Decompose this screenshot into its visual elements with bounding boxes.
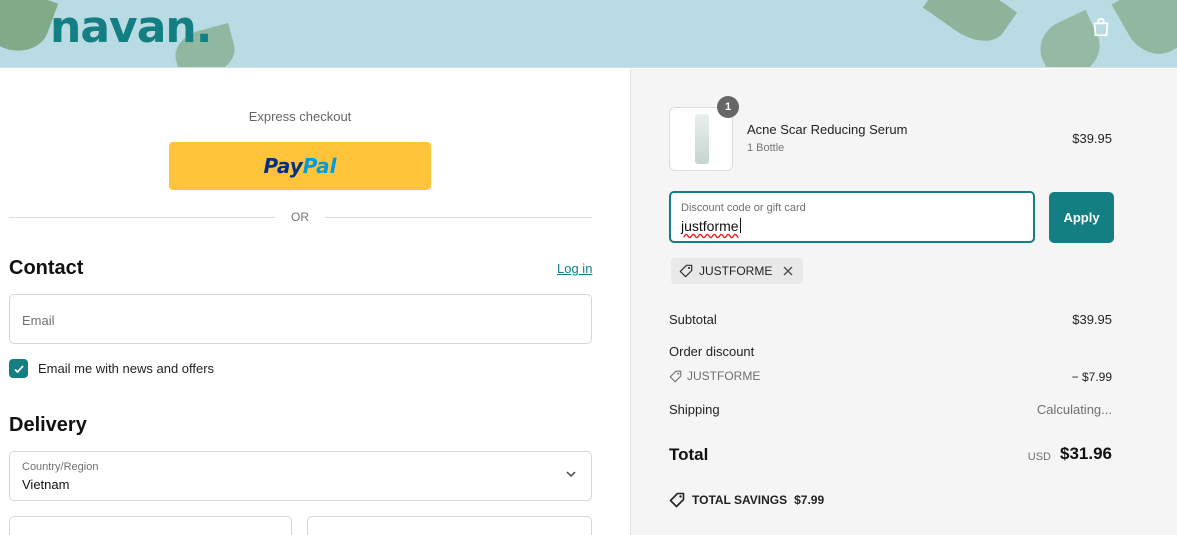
discount-label: Discount code or gift card bbox=[681, 202, 806, 214]
checkmark-icon bbox=[13, 364, 24, 373]
product-price: $39.95 bbox=[1072, 131, 1112, 146]
email-field[interactable]: Email bbox=[9, 294, 592, 344]
applied-code: JUSTFORME bbox=[699, 264, 773, 278]
last-name-field[interactable] bbox=[307, 516, 592, 535]
brand-logo[interactable]: navan. bbox=[50, 2, 212, 53]
tag-icon bbox=[669, 370, 682, 382]
total-value: $31.96 bbox=[1060, 444, 1112, 463]
chevron-down-icon bbox=[566, 471, 576, 478]
product-name: Acne Scar Reducing Serum bbox=[747, 122, 908, 137]
total-savings: TOTAL SAVINGS $7.99 bbox=[669, 492, 824, 508]
quantity-badge: 1 bbox=[717, 96, 739, 118]
currency-code: USD bbox=[1027, 451, 1051, 463]
subtotal-label: Subtotal bbox=[669, 312, 717, 327]
discount-code-input[interactable]: Discount code or gift card justforme bbox=[669, 191, 1035, 243]
divider-line bbox=[325, 217, 592, 218]
login-link[interactable]: Log in bbox=[557, 261, 592, 276]
order-discount-label: Order discount bbox=[669, 344, 755, 359]
product-image bbox=[695, 114, 709, 164]
newsletter-checkbox[interactable] bbox=[9, 359, 28, 378]
subtotal-value: $39.95 bbox=[1072, 312, 1112, 327]
order-discount-code-text: JUSTFORME bbox=[687, 369, 761, 383]
close-icon[interactable] bbox=[782, 265, 794, 277]
tag-icon bbox=[679, 264, 693, 278]
country-value: Vietnam bbox=[22, 477, 70, 492]
express-checkout-label: Express checkout bbox=[248, 109, 352, 124]
delivery-heading: Delivery bbox=[9, 414, 87, 436]
country-select[interactable]: Country/Region Vietnam bbox=[9, 451, 592, 501]
product-variant: 1 Bottle bbox=[747, 142, 785, 154]
savings-tag-icon bbox=[669, 492, 685, 508]
applied-discount-chip: JUSTFORME bbox=[671, 258, 804, 284]
total-label: Total bbox=[669, 445, 709, 464]
or-divider: OR bbox=[9, 210, 592, 224]
leaf-decoration bbox=[922, 0, 1018, 54]
contact-heading: Contact bbox=[9, 257, 84, 279]
newsletter-label: Email me with news and offers bbox=[38, 361, 215, 376]
paypal-button[interactable]: Pay Pal bbox=[169, 142, 431, 190]
paypal-logo-pay: Pay bbox=[263, 154, 303, 178]
shopping-bag-icon[interactable] bbox=[1090, 16, 1112, 38]
shipping-label: Shipping bbox=[669, 402, 720, 417]
or-text: OR bbox=[291, 210, 309, 224]
divider-line bbox=[9, 217, 275, 218]
shipping-value: Calculating... bbox=[1036, 402, 1112, 417]
text-caret bbox=[739, 218, 741, 233]
first-name-field[interactable] bbox=[9, 516, 292, 535]
order-discount-code: JUSTFORME bbox=[669, 369, 760, 383]
email-placeholder: Email bbox=[22, 313, 55, 328]
paypal-logo-pal: Pal bbox=[302, 154, 337, 178]
apply-discount-button[interactable]: Apply bbox=[1049, 192, 1114, 243]
discount-value: justforme bbox=[681, 218, 739, 234]
checkout-form: Express checkout Pay Pal OR Contact Log i… bbox=[0, 69, 630, 535]
savings-value: $7.99 bbox=[794, 493, 825, 507]
leaf-decoration bbox=[1111, 0, 1177, 66]
order-summary: 1 Acne Scar Reducing Serum 1 Bottle $39.… bbox=[630, 69, 1177, 535]
site-header: navan. bbox=[0, 0, 1177, 68]
order-discount-value: − $7.99 bbox=[1071, 370, 1112, 384]
savings-label: TOTAL SAVINGS bbox=[692, 493, 788, 507]
country-label: Country/Region bbox=[22, 461, 99, 473]
